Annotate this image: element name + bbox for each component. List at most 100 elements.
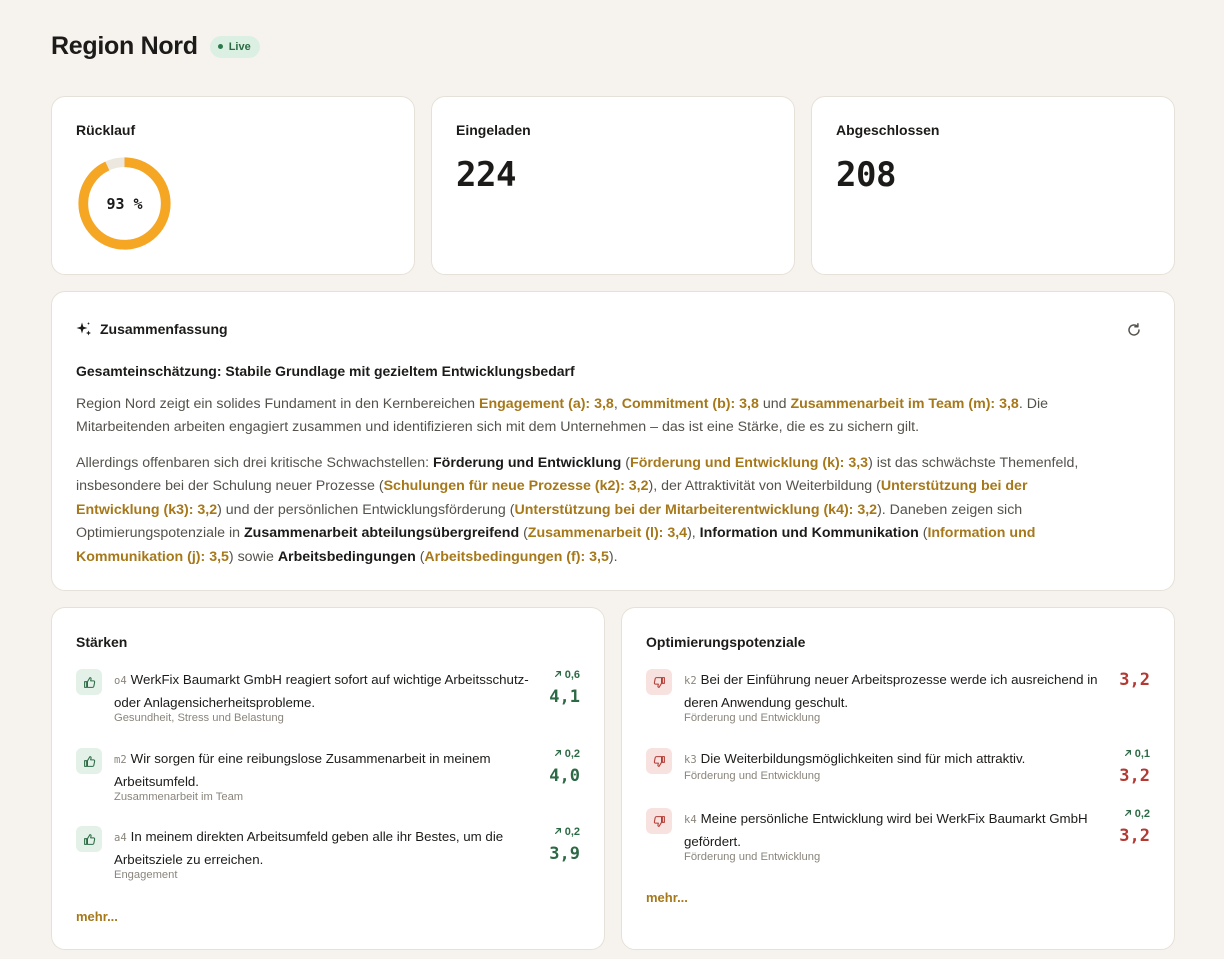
- thumbs-up-icon: [76, 669, 102, 695]
- sparkle-icon: [76, 322, 91, 336]
- summary-text: (: [519, 525, 528, 542]
- item-statement: o4 WerkFix Baumarkt GmbH reagiert sofort …: [114, 669, 534, 713]
- summary-text: und: [758, 396, 791, 412]
- item-delta-value: 0,2: [1134, 808, 1150, 820]
- score-highlight: Zusammenarbeit im Team (m): 3,8: [790, 396, 1019, 412]
- kpi-card-abgeschlossen: Abgeschlossen 208: [811, 96, 1175, 275]
- topic-emphasis: Information und Kommunikation: [699, 525, 919, 542]
- kpi-value-eingeladen: 224: [456, 155, 516, 195]
- summary-text: Allerdings offenbaren sich drei kritisch…: [76, 455, 433, 471]
- summary-text: ) sowie: [228, 548, 278, 565]
- kpi-card-eingeladen: Eingeladen 224: [431, 96, 795, 275]
- live-dot-icon: [217, 44, 223, 49]
- summary-subtitle: Gesamteinschätzung: Stabile Grundlage mi…: [76, 363, 575, 379]
- summary-text: (: [621, 455, 631, 471]
- score-highlight: Arbeitsbedingungen (f): 3,5: [424, 548, 609, 565]
- item-category: Zusammenarbeit im Team: [114, 791, 244, 803]
- summary-text: Region Nord zeigt ein solides Fundament …: [76, 396, 480, 412]
- item-text: WerkFix Baumarkt GmbH reagiert sofort au…: [114, 672, 529, 710]
- kpi-card-ruecklauf: Rücklauf 93 %: [51, 96, 415, 275]
- live-badge: Live: [209, 35, 260, 58]
- thumbs-down-icon: [646, 808, 672, 834]
- weaknesses-more-link[interactable]: mehr...: [646, 890, 688, 905]
- summary-text: ),: [687, 525, 700, 542]
- page-title: Region Nord: [51, 32, 198, 60]
- item-statement: k3 Die Weiterbildungsmöglichkeiten sind f…: [684, 748, 1104, 771]
- item-score: 4,0: [549, 766, 580, 786]
- item-delta: 0,6: [554, 669, 580, 681]
- item-delta: 0,2: [554, 826, 580, 838]
- topic-emphasis: Arbeitsbedingungen: [277, 548, 416, 565]
- item-statement: m2 Wir sorgen für eine reibungslose Zusam…: [114, 748, 534, 792]
- item-delta-value: 0,6: [564, 669, 580, 681]
- item-delta-value: 0,2: [564, 826, 580, 838]
- item-code: o4: [114, 675, 127, 687]
- item-statement: k2 Bei der Einführung neuer Arbeitsprozes…: [684, 669, 1104, 713]
- item-delta: 0,2: [1124, 808, 1150, 820]
- summary-header: Zusammenfassung: [76, 321, 228, 337]
- summary-text: ,: [613, 396, 622, 412]
- item-text: In meinem direkten Arbeitsumfeld geben a…: [114, 829, 504, 867]
- item-code: m2: [114, 754, 127, 766]
- thumbs-up-icon: [76, 748, 102, 774]
- summary-paragraph-1: Region Nord zeigt ein solides Fundament …: [76, 393, 1081, 440]
- item-score: 3,9: [549, 844, 580, 864]
- topic-emphasis: Zusammenarbeit abteilungsübergreifend: [243, 525, 520, 542]
- kpi-value-abgeschlossen: 208: [836, 155, 896, 195]
- score-highlight: Engagement (a): 3,8: [479, 396, 614, 412]
- item-delta-value: 0,2: [564, 748, 580, 760]
- kpi-label-ruecklauf: Rücklauf: [76, 122, 136, 138]
- strengths-more-link[interactable]: mehr...: [76, 909, 118, 924]
- score-highlight: Zusammenarbeit (l): 3,4: [527, 525, 688, 542]
- item-category: Förderung und Entwicklung: [684, 770, 821, 782]
- item-category: Engagement: [114, 869, 178, 881]
- item-statement: k4 Meine persönliche Entwicklung wird bei…: [684, 808, 1104, 852]
- ruecklauf-percent: 93 %: [106, 194, 143, 213]
- item-score: 3,2: [1119, 826, 1150, 846]
- item-code: k4: [684, 814, 697, 826]
- weaknesses-title: Optimierungspotenziale: [646, 634, 806, 650]
- weaknesses-card: Optimierungspotenziale k2 Bei der Einführ…: [621, 607, 1175, 950]
- live-badge-label: Live: [228, 40, 251, 53]
- arrow-up-right-icon: [554, 669, 562, 681]
- summary-card: Zusammenfassung Gesamteinschätzung: Stab…: [51, 291, 1175, 591]
- arrow-up-right-icon: [554, 748, 562, 760]
- thumbs-down-icon: [646, 748, 672, 774]
- score-highlight: Schulungen für neue Prozesse (k2): 3,2: [383, 478, 649, 495]
- strengths-card: Stärken o4 WerkFix Baumarkt GmbH reagiert…: [51, 607, 605, 950]
- item-code: k2: [684, 675, 697, 687]
- score-highlight: Commitment (b): 3,8: [621, 396, 759, 412]
- arrow-up-right-icon: [1124, 748, 1132, 760]
- item-code: k3: [684, 754, 697, 766]
- page-header: Region Nord Live: [51, 32, 260, 61]
- item-statement: a4 In meinem direkten Arbeitsumfeld geben…: [114, 826, 534, 870]
- strengths-title: Stärken: [76, 634, 128, 650]
- item-score: 4,1: [549, 687, 580, 707]
- item-text: Wir sorgen für eine reibungslose Zusamme…: [114, 751, 491, 789]
- thumbs-up-icon: [76, 826, 102, 852]
- arrow-up-right-icon: [1124, 808, 1132, 820]
- summary-paragraph-2: Allerdings offenbaren sich drei kritisch…: [76, 452, 1081, 569]
- kpi-label-abgeschlossen: Abgeschlossen: [836, 122, 940, 138]
- thumbs-down-icon: [646, 669, 672, 695]
- item-text: Die Weiterbildungsmöglichkeiten sind für…: [700, 751, 1026, 766]
- item-category: Förderung und Entwicklung: [684, 712, 821, 724]
- topic-emphasis: Förderung und Entwicklung: [432, 455, 622, 471]
- kpi-label-eingeladen: Eingeladen: [456, 122, 531, 138]
- summary-text: ), der Attraktivität von Weiterbildung (: [648, 478, 881, 495]
- score-highlight: Förderung und Entwicklung (k): 3,3: [630, 455, 869, 471]
- item-text: Meine persönliche Entwicklung wird bei W…: [684, 811, 1088, 849]
- summary-title: Zusammenfassung: [100, 321, 228, 337]
- arrow-up-right-icon: [554, 826, 562, 838]
- summary-text: ) und der persönlichen Entwicklungsförde…: [217, 501, 515, 518]
- score-highlight: Unterstützung bei der Mitarbeiterentwick…: [514, 501, 878, 518]
- refresh-icon[interactable]: [1126, 322, 1142, 338]
- item-code: a4: [114, 832, 127, 844]
- item-category: Gesundheit, Stress und Belastung: [114, 712, 284, 724]
- item-text: Bei der Einführung neuer Arbeitsprozesse…: [684, 672, 1098, 710]
- item-delta: 0,2: [554, 748, 580, 760]
- summary-text: ).: [608, 548, 618, 565]
- item-category: Förderung und Entwicklung: [684, 851, 821, 863]
- item-delta-value: 0,1: [1134, 748, 1150, 760]
- item-score: 3,2: [1119, 766, 1150, 786]
